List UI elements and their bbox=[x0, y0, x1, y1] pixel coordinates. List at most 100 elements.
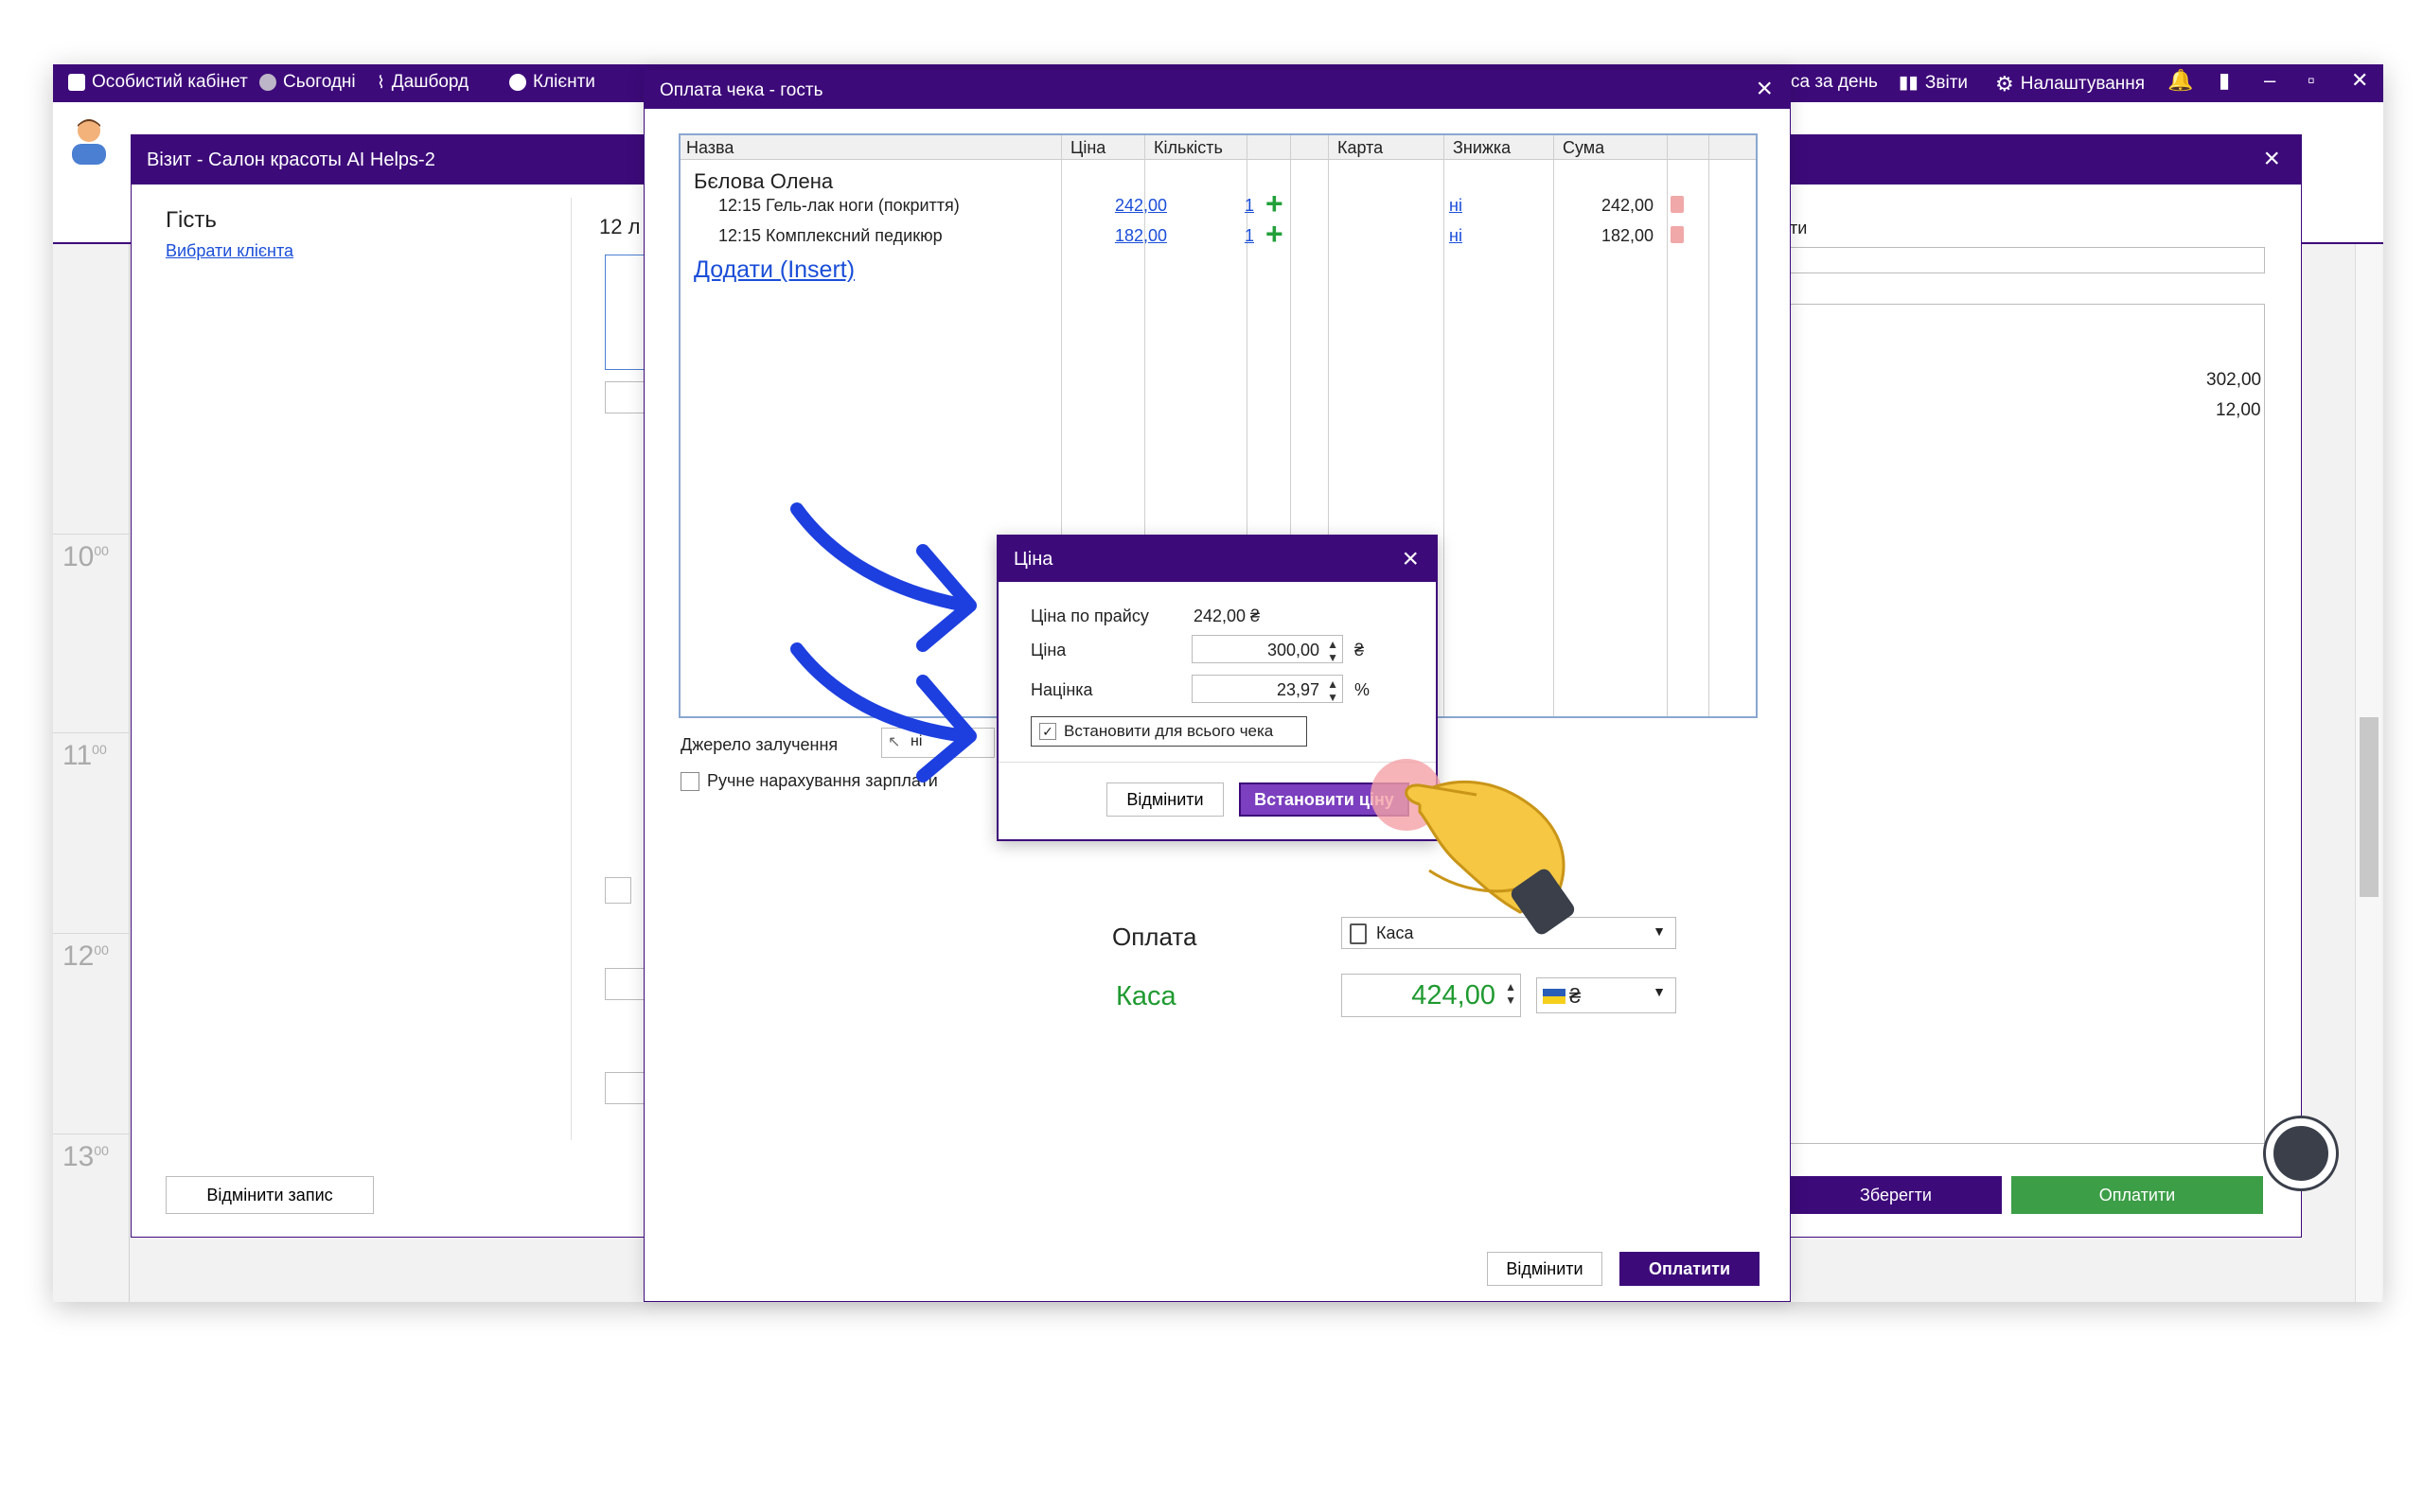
maximize-button[interactable]: ▫ bbox=[2308, 68, 2315, 93]
price-link[interactable]: 182,00 bbox=[1086, 226, 1167, 246]
hour-label: 1000 bbox=[62, 541, 109, 572]
row-sum: 182,00 bbox=[1601, 226, 1654, 245]
right-panel-field[interactable] bbox=[1790, 247, 2265, 273]
ukraine-flag-icon bbox=[1543, 989, 1565, 1004]
spinner-icon[interactable]: ▲ ▼ bbox=[1327, 677, 1338, 704]
nav-dashboard[interactable]: ⌇ Дашборд bbox=[377, 72, 469, 93]
list-price-label: Ціна по прайсу bbox=[1031, 607, 1149, 625]
price-cancel-button[interactable]: Відмінити bbox=[1106, 782, 1224, 817]
pulse-icon: ⌇ bbox=[377, 72, 385, 92]
column-header-discount: Знижка bbox=[1453, 138, 1512, 157]
apply-all-checkbox[interactable]: ✓ bbox=[1039, 723, 1056, 740]
cancel-record-button[interactable]: Відмінити запис bbox=[166, 1176, 374, 1214]
briefcase-icon bbox=[68, 74, 85, 91]
chevron-down-icon: ▼ bbox=[1653, 984, 1666, 999]
discount-link[interactable]: ні bbox=[1449, 196, 1462, 216]
chevron-down-icon: ▼ bbox=[1653, 923, 1666, 939]
partial-input[interactable] bbox=[605, 381, 645, 413]
markup-label: Націнка bbox=[1031, 680, 1093, 699]
column-header-qty: Кількість bbox=[1154, 138, 1223, 157]
column-header-name: Назва bbox=[686, 138, 734, 157]
service-name: 12:15 Гель-лак ноги (покриття) bbox=[718, 196, 960, 215]
trash-icon[interactable] bbox=[1671, 226, 1684, 243]
partial-checkbox[interactable] bbox=[605, 877, 631, 904]
user-circle-icon bbox=[509, 74, 526, 91]
partial-input[interactable] bbox=[605, 1072, 645, 1104]
save-button[interactable]: Зберегти bbox=[1790, 1176, 2002, 1214]
pay-button[interactable]: Оплатити bbox=[1619, 1252, 1760, 1286]
service-name: 12:15 Комплексний педикюр bbox=[718, 226, 943, 245]
close-app-button[interactable]: ✕ bbox=[2351, 68, 2368, 93]
cash-amount-input[interactable]: 424,00 ▲ ▼ bbox=[1341, 974, 1521, 1017]
trash-icon[interactable] bbox=[1671, 196, 1684, 213]
payment-label: Оплата bbox=[1112, 923, 1197, 951]
column-header-price: Ціна bbox=[1070, 138, 1106, 157]
visit-pay-button[interactable]: Оплатити bbox=[2011, 1176, 2263, 1214]
payment-titlebar: Оплата чека - гость × bbox=[645, 71, 1790, 109]
table-row[interactable]: 12:15 Гель-лак ноги (покриття) 242,00 1 … bbox=[681, 188, 1756, 220]
table-row[interactable]: 12:15 Комплексний педикюр 182,00 1 + ні … bbox=[681, 219, 1756, 251]
hour-label: 1300 bbox=[62, 1141, 109, 1172]
gear-icon: ⚙ bbox=[1995, 72, 2014, 96]
table-header: Назва Ціна Кількість Карта Знижка Сума bbox=[681, 135, 1756, 160]
manual-salary-toggle[interactable]: Ручне нарахування зарплати bbox=[681, 771, 938, 791]
guest-label: Гість bbox=[166, 207, 217, 233]
price-unit: ₴ bbox=[1354, 641, 1365, 659]
hour-label: 1200 bbox=[62, 941, 109, 972]
amount-value: 302,00 bbox=[2206, 370, 2262, 390]
nav-today[interactable]: Сьогодні bbox=[259, 72, 356, 93]
column-header-sum: Сума bbox=[1563, 138, 1605, 157]
scroll-thumb[interactable] bbox=[2360, 717, 2379, 897]
qty-link[interactable]: 1 bbox=[1169, 226, 1254, 246]
amount-value: 12,00 bbox=[2216, 400, 2261, 420]
right-panel-label: ти bbox=[1790, 219, 1808, 237]
markup-unit: % bbox=[1354, 680, 1371, 699]
spinner-icon[interactable]: ▲ ▼ bbox=[1327, 638, 1338, 664]
discount-link[interactable]: ні bbox=[1449, 226, 1462, 246]
bar-chart-icon: ▮▮ bbox=[1899, 73, 1919, 93]
row-sum: 242,00 bbox=[1601, 196, 1654, 215]
resource-panel[interactable] bbox=[605, 255, 645, 370]
nav-settings[interactable]: ⚙ Налаштування bbox=[1995, 72, 2145, 97]
price-dialog-titlebar: Ціна × bbox=[999, 536, 1436, 582]
nav-personal-cabinet[interactable]: Особистий кабінет bbox=[68, 72, 248, 93]
hour-label: 1100 bbox=[62, 740, 107, 771]
cash-label: Каса bbox=[1116, 981, 1176, 1011]
close-icon[interactable]: × bbox=[1756, 73, 1773, 105]
chat-widget-icon[interactable] bbox=[2266, 1118, 2336, 1188]
visit-date: 12 л bbox=[599, 215, 641, 238]
manual-salary-checkbox[interactable] bbox=[681, 771, 699, 791]
minimize-button[interactable]: – bbox=[2264, 68, 2275, 93]
nav-cash-per-day[interactable]: са за день bbox=[1791, 72, 1878, 93]
price-link[interactable]: 242,00 bbox=[1086, 196, 1167, 216]
user-avatar-icon bbox=[72, 119, 106, 165]
close-icon[interactable]: × bbox=[2263, 143, 2280, 175]
price-label: Ціна bbox=[1031, 641, 1067, 659]
currency-select[interactable]: ₴ ▼ bbox=[1536, 977, 1676, 1013]
right-panel-list bbox=[1790, 304, 2265, 1144]
spinner-icon[interactable]: ▲ ▼ bbox=[1505, 980, 1516, 1007]
nav-reports[interactable]: ▮▮ Звіти bbox=[1899, 72, 1968, 94]
cancel-button[interactable]: Відмінити bbox=[1487, 1252, 1602, 1286]
calendar-scrollbar[interactable] bbox=[2355, 244, 2381, 1302]
qty-link[interactable]: 1 bbox=[1169, 196, 1254, 216]
clipboard-icon[interactable]: ▮ bbox=[2219, 68, 2230, 93]
add-service-link[interactable]: Додати (Insert) bbox=[694, 256, 855, 284]
apply-to-whole-receipt[interactable]: ✓ Встановити для всього чека bbox=[1031, 716, 1307, 747]
source-label: Джерело залучення bbox=[681, 735, 839, 754]
price-input[interactable]: 300,00 ▲ ▼ bbox=[1192, 635, 1343, 664]
set-price-button[interactable]: Встановити ціну bbox=[1239, 782, 1409, 817]
markup-input[interactable]: 23,97 ▲ ▼ bbox=[1192, 675, 1343, 704]
price-dialog: Ціна × Ціна по прайсу 242,00 ₴ Ціна 300,… bbox=[997, 535, 1438, 841]
payment-method-select[interactable]: Каса ▼ bbox=[1341, 917, 1676, 949]
cursor-icon: ↖ bbox=[888, 734, 901, 750]
partial-input[interactable] bbox=[605, 968, 645, 1000]
bell-icon[interactable]: 🔔 bbox=[2167, 68, 2193, 93]
plus-icon[interactable]: + bbox=[1265, 188, 1283, 219]
source-select[interactable]: ↖ ні bbox=[881, 728, 995, 758]
close-icon[interactable]: × bbox=[1402, 543, 1419, 575]
nav-clients[interactable]: Клієнти bbox=[509, 72, 595, 93]
choose-client-link[interactable]: Вибрати клієнта bbox=[166, 241, 293, 261]
calculator-icon bbox=[1350, 923, 1367, 944]
plus-icon[interactable]: + bbox=[1265, 219, 1283, 249]
